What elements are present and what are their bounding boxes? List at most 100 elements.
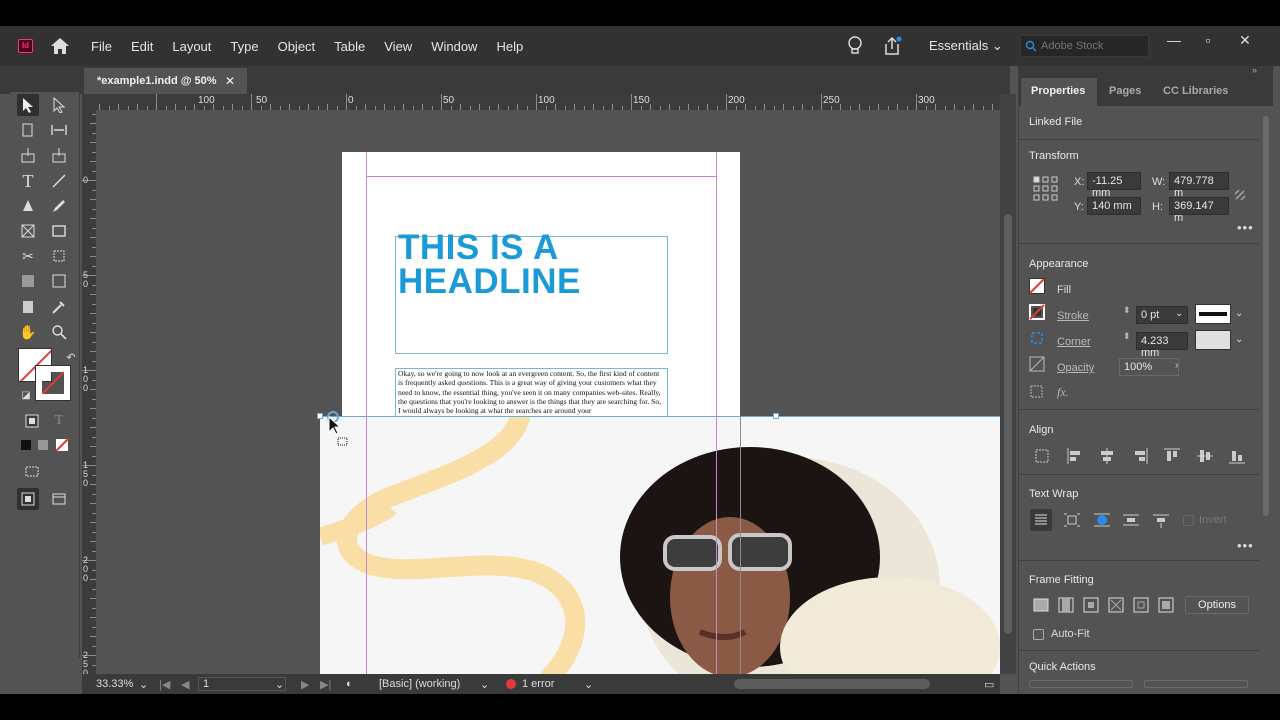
- hand-tool-icon[interactable]: ✋: [17, 321, 39, 343]
- fit-content-to-frame-icon[interactable]: [1107, 596, 1125, 614]
- adobe-stock-search[interactable]: [1020, 35, 1149, 57]
- workspace-switcher[interactable]: Essentials ⌄: [929, 38, 1003, 54]
- page-tool-icon[interactable]: [17, 119, 39, 141]
- wrap-bounding-box-icon[interactable]: [1063, 511, 1081, 529]
- collapse-panel-icon[interactable]: »: [1252, 65, 1257, 75]
- rectangle-frame-tool-icon[interactable]: [17, 220, 39, 242]
- no-wrap-button[interactable]: [1030, 509, 1052, 531]
- align-to-selection-icon[interactable]: [1033, 447, 1051, 465]
- stroke-type-dropdown-icon[interactable]: ⌄: [1235, 308, 1243, 319]
- panel-scrollbar[interactable]: [1263, 116, 1269, 516]
- close-window-button[interactable]: ✕: [1233, 30, 1257, 50]
- content-collector-icon[interactable]: [17, 144, 39, 166]
- page-number-field[interactable]: 1: [198, 677, 286, 691]
- menu-help[interactable]: Help: [496, 39, 523, 54]
- formatting-text-icon[interactable]: T: [48, 410, 70, 432]
- share-icon[interactable]: [882, 36, 902, 56]
- vertical-scrollbar[interactable]: [1000, 94, 1016, 674]
- preflight-icon[interactable]: ◐: [346, 678, 353, 690]
- fill-frame-proportionally-icon[interactable]: [1032, 596, 1050, 614]
- type-tool-icon[interactable]: T: [17, 170, 39, 192]
- stroke-type-swatch[interactable]: [1195, 304, 1231, 324]
- content-placer-icon[interactable]: [48, 144, 70, 166]
- zoom-level[interactable]: 33.33%: [96, 678, 133, 690]
- scissors-tool-icon[interactable]: ✂: [17, 245, 39, 267]
- formatting-container-icon[interactable]: [21, 410, 43, 432]
- resize-handle-top-middle[interactable]: [773, 413, 779, 419]
- corner-stepper-icon[interactable]: ⬍: [1123, 331, 1131, 342]
- selection-tool-icon[interactable]: [17, 94, 39, 116]
- align-right-icon[interactable]: [1131, 447, 1149, 465]
- free-transform-tool-icon[interactable]: [48, 245, 70, 267]
- home-icon[interactable]: [50, 37, 70, 55]
- auto-fit-checkbox[interactable]: [1033, 629, 1044, 640]
- align-bottom-icon[interactable]: [1228, 447, 1246, 465]
- corner-label[interactable]: Corner: [1057, 336, 1091, 348]
- lightbulb-icon[interactable]: [847, 36, 863, 56]
- previous-page-icon[interactable]: ◀: [181, 678, 189, 691]
- h-field[interactable]: 369.147 m: [1169, 197, 1229, 224]
- pencil-tool-icon[interactable]: [48, 195, 70, 217]
- ruler-origin[interactable]: [82, 94, 96, 110]
- stroke-stepper-icon[interactable]: ⬍: [1123, 305, 1131, 316]
- gradient-swatch-tool-icon[interactable]: [17, 270, 39, 292]
- fit-content-proportionally-icon[interactable]: [1057, 596, 1075, 614]
- apply-none-icon[interactable]: [51, 434, 73, 456]
- linked-file-title[interactable]: Linked File: [1029, 116, 1082, 128]
- error-count[interactable]: 1 error: [522, 678, 554, 690]
- line-tool-icon[interactable]: [48, 170, 70, 192]
- headline-text-frame[interactable]: THIS IS A HEADLINE: [395, 230, 668, 354]
- jump-object-icon[interactable]: [1122, 511, 1140, 529]
- menu-type[interactable]: Type: [230, 39, 258, 54]
- zoom-tool-icon[interactable]: [48, 321, 70, 343]
- stroke-none-icon[interactable]: [1029, 304, 1045, 320]
- align-left-icon[interactable]: [1066, 447, 1084, 465]
- corner-shape-swatch[interactable]: [1195, 330, 1231, 350]
- maximize-button[interactable]: ▫: [1196, 30, 1220, 50]
- fill-none-icon[interactable]: [1029, 278, 1045, 294]
- document-tab[interactable]: *example1.indd @ 50% ✕: [84, 68, 247, 94]
- resize-handle-top-left[interactable]: [317, 413, 323, 419]
- tab-pages[interactable]: Pages: [1109, 85, 1141, 97]
- eyedropper-tool-icon[interactable]: [48, 296, 70, 318]
- next-page-icon[interactable]: ▶: [301, 678, 309, 691]
- menu-window[interactable]: Window: [431, 39, 477, 54]
- errors-dropdown-icon[interactable]: ⌄: [584, 678, 593, 691]
- gradient-feather-tool-icon[interactable]: [48, 270, 70, 292]
- corner-shape-dropdown-icon[interactable]: ⌄: [1235, 334, 1243, 345]
- quick-action-button-1[interactable]: [1029, 680, 1133, 688]
- corner-size-field[interactable]: 4.233 mm: [1136, 332, 1188, 359]
- content-aware-fit-icon[interactable]: [1157, 596, 1175, 614]
- scrollbar-thumb[interactable]: [1004, 214, 1012, 634]
- align-vertical-center-icon[interactable]: [1196, 447, 1214, 465]
- placed-image-frame[interactable]: [320, 416, 1000, 674]
- stock-search-input[interactable]: [1041, 40, 1141, 52]
- constrain-proportions-icon[interactable]: [1233, 188, 1247, 202]
- direct-selection-tool-icon[interactable]: [48, 94, 70, 116]
- stroke-label[interactable]: Stroke: [1057, 310, 1089, 322]
- body-text-frame[interactable]: Okay, so we're going to now look at an e…: [395, 368, 668, 420]
- jump-to-next-column-icon[interactable]: [1152, 511, 1170, 529]
- stroke-swatch[interactable]: [35, 365, 71, 401]
- last-page-icon[interactable]: ▶|: [320, 678, 331, 691]
- opacity-arrow-icon[interactable]: ›: [1175, 360, 1178, 371]
- opacity-label[interactable]: Opacity: [1057, 362, 1094, 374]
- normal-view-icon[interactable]: [17, 488, 39, 510]
- tab-cc-libraries[interactable]: CC Libraries: [1163, 85, 1228, 97]
- pen-tool-icon[interactable]: [17, 195, 39, 217]
- preview-mode-icon[interactable]: [48, 488, 70, 510]
- y-field[interactable]: 140 mm: [1087, 197, 1141, 215]
- panel-toggle-icon[interactable]: ▭: [984, 678, 994, 691]
- menu-table[interactable]: Table: [334, 39, 365, 54]
- w-field[interactable]: 479.778 m: [1169, 172, 1229, 199]
- wrap-object-shape-icon[interactable]: [1093, 511, 1111, 529]
- preflight-profile[interactable]: [Basic] (working): [379, 678, 460, 690]
- align-horizontal-center-icon[interactable]: [1098, 447, 1116, 465]
- opacity-field[interactable]: 100%: [1119, 358, 1179, 376]
- menu-view[interactable]: View: [384, 39, 412, 54]
- profile-dropdown-icon[interactable]: ⌄: [480, 678, 489, 691]
- first-page-icon[interactable]: |◀: [159, 678, 170, 691]
- effects-fx-icon[interactable]: fx.: [1057, 385, 1069, 400]
- quick-action-button-2[interactable]: [1144, 680, 1248, 688]
- page-dropdown-icon[interactable]: ⌄: [275, 678, 284, 691]
